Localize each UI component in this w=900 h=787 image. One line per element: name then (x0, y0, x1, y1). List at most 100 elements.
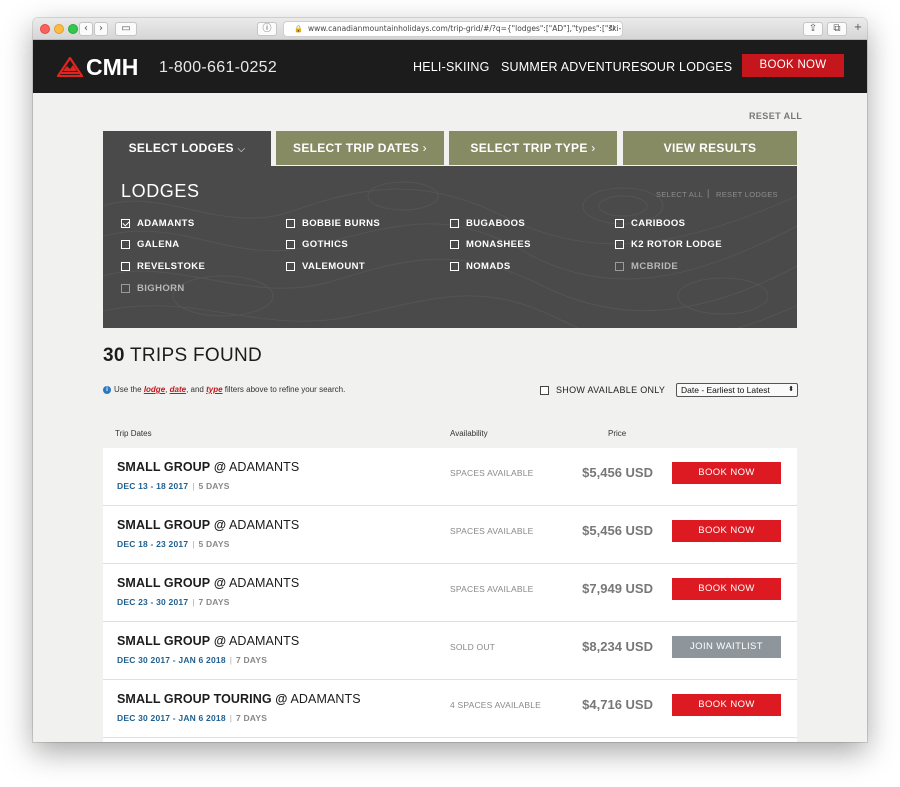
forward-button[interactable]: › (94, 22, 108, 36)
trip-title[interactable]: SMALL GROUP TOURING @ ADAMANTS (117, 692, 361, 706)
minimize-window-button[interactable] (54, 24, 64, 34)
address-bar[interactable]: 🔒 www.canadianmountainholidays.com/trip-… (283, 21, 623, 37)
book-now-button[interactable]: BOOK NOW (672, 578, 781, 600)
sidebar-toggle-icon[interactable]: ▭ (115, 22, 137, 36)
trip-dates: DEC 30 2017 - JAN 6 2018 (117, 713, 226, 723)
lodge-label: VALEMOUNT (302, 261, 366, 272)
trip-title[interactable]: SMALL GROUP @ ADAMANTS (117, 634, 299, 648)
trip-title[interactable]: SMALL GROUP @ ADAMANTS (117, 460, 299, 474)
lodge-label: CARIBOOS (631, 218, 686, 229)
lodges-panel: LODGES SELECT ALL | RESET LODGES ADAMANT… (103, 166, 797, 328)
checkbox-icon (615, 262, 624, 271)
trip-results-list: SMALL GROUP @ ADAMANTS DEC 13 - 18 2017 |… (103, 448, 797, 742)
lodge-checkbox-galena[interactable]: GALENA (121, 239, 180, 250)
lodge-label: NOMADS (466, 261, 511, 272)
zoom-window-button[interactable] (68, 24, 78, 34)
close-window-button[interactable] (40, 24, 50, 34)
select-all-link[interactable]: SELECT ALL (656, 190, 703, 199)
reload-icon[interactable]: ↻ (608, 22, 616, 36)
tab-select-lodges-label: SELECT LODGES (128, 141, 234, 155)
nav-heli-skiing[interactable]: HELI-SKIING (413, 60, 490, 74)
hint-text-pre: Use the (114, 385, 142, 394)
tab-select-trip-dates[interactable]: SELECT TRIP DATES › (276, 131, 444, 165)
trip-meta: DEC 18 - 23 2017 | 5 DAYS (117, 539, 230, 549)
nav-summer-adventures[interactable]: SUMMER ADVENTURES (501, 60, 648, 74)
trip-price: $5,456 USD (582, 465, 653, 480)
trip-group: SMALL GROUP (117, 634, 211, 648)
tab-view-results-label: VIEW RESULTS (663, 141, 757, 155)
url-text: www.canadianmountainholidays.com/trip-gr… (308, 24, 623, 33)
trip-dates: DEC 23 - 30 2017 (117, 597, 189, 607)
site-header: CMH 1-800-661-0252 HELI-SKIING SUMMER AD… (33, 40, 867, 93)
lodge-checkbox-gothics[interactable]: GOTHICS (286, 239, 348, 250)
hint-date-link[interactable]: date (170, 385, 186, 394)
phone-number[interactable]: 1-800-661-0252 (159, 59, 277, 77)
trip-availability: SPACES AVAILABLE (450, 584, 534, 594)
lodge-checkbox-revelstoke[interactable]: REVELSTOKE (121, 261, 205, 272)
trip-at: @ (213, 518, 227, 532)
lodge-label: ADAMANTS (137, 218, 195, 229)
lodge-checkbox-mcbride[interactable]: MCBRIDE (615, 261, 678, 272)
nav-our-lodges[interactable]: OUR LODGES (647, 60, 732, 74)
show-available-only-checkbox[interactable]: SHOW AVAILABLE ONLY (540, 385, 665, 395)
trip-duration: 7 DAYS (198, 597, 230, 607)
trip-row: SMALL GROUP @ ADAMANTS DEC 23 - 30 2017 |… (103, 564, 797, 622)
lodge-checkbox-k2-rotor-lodge[interactable]: K2 ROTOR LODGE (615, 239, 722, 250)
sort-select[interactable]: Date - Earliest to Latest ⬍ (676, 383, 798, 397)
chevron-right-icon: › (591, 141, 596, 155)
join-waitlist-button[interactable]: JOIN WAITLIST (672, 636, 781, 658)
share-icon[interactable]: ⇪ (803, 22, 823, 36)
mountain-logo-icon (57, 57, 83, 77)
lodge-checkbox-bugaboos[interactable]: BUGABOOS (450, 218, 525, 229)
trip-duration: 7 DAYS (235, 655, 268, 665)
tab-select-trip-type[interactable]: SELECT TRIP TYPE › (449, 131, 617, 165)
trip-availability: SOLD OUT (450, 642, 496, 652)
browser-toolbar: ‹ › ▭ ⓘ 🔒 www.canadianmountainholidays.c… (33, 18, 867, 40)
tab-select-lodges[interactable]: SELECT LODGES ⌵ (103, 131, 271, 167)
book-now-button[interactable]: BOOK NOW (672, 694, 781, 716)
lodge-checkbox-bobbie-burns[interactable]: BOBBIE BURNS (286, 218, 380, 229)
tab-view-results[interactable]: VIEW RESULTS (623, 131, 797, 165)
book-now-button[interactable]: BOOK NOW (672, 462, 781, 484)
tabs-overview-icon[interactable]: ⧉ (827, 22, 847, 36)
trip-title[interactable]: SMALL GROUP @ ADAMANTS (117, 576, 299, 590)
lodge-checkbox-cariboos[interactable]: CARIBOOS (615, 218, 685, 229)
tab-select-trip-type-label: SELECT TRIP TYPE (470, 141, 588, 155)
lodge-checkbox-nomads[interactable]: NOMADS (450, 261, 511, 272)
back-button[interactable]: ‹ (79, 22, 93, 36)
column-header-availability: Availability (450, 429, 488, 438)
lodge-label: GOTHICS (302, 239, 349, 250)
trip-at: @ (275, 692, 288, 706)
trip-duration: 5 DAYS (198, 481, 230, 491)
trip-group: SMALL GROUP (117, 460, 211, 474)
checkbox-icon (450, 219, 459, 228)
lodge-checkbox-bighorn[interactable]: BIGHORN (121, 283, 185, 294)
trip-meta: DEC 23 - 30 2017 | 7 DAYS (117, 597, 230, 607)
trip-lodge: ADAMANTS (229, 576, 300, 590)
lock-icon: 🔒 (294, 25, 303, 33)
new-tab-icon[interactable]: + (851, 22, 865, 36)
reset-all-link[interactable]: RESET ALL (749, 111, 802, 121)
trip-lodge: ADAMANTS (229, 460, 300, 474)
header-book-now-button[interactable]: BOOK NOW (742, 54, 844, 77)
lodge-checkbox-monashees[interactable]: MONASHEES (450, 239, 531, 250)
hint-type-link[interactable]: type (206, 385, 222, 394)
lodge-label: K2 ROTOR LODGE (631, 239, 722, 250)
book-now-button[interactable]: BOOK NOW (672, 520, 781, 542)
trip-title[interactable]: SMALL GROUP @ ADAMANTS (117, 518, 299, 532)
lodge-checkbox-adamants[interactable]: ADAMANTS (121, 218, 195, 229)
reset-lodges-link[interactable]: RESET LODGES (716, 190, 778, 199)
column-header-price: Price (608, 429, 627, 438)
checkbox-icon (615, 219, 624, 228)
page-content: RESET ALL SELECT LODGES ⌵ SELECT TRIP DA… (33, 93, 867, 742)
lodge-checkbox-valemount[interactable]: VALEMOUNT (286, 261, 365, 272)
site-info-icon[interactable]: ⓘ (257, 22, 277, 36)
cmh-logo[interactable]: CMH (57, 53, 139, 80)
hint-lodge-link[interactable]: lodge (144, 385, 165, 394)
trip-dates: DEC 13 - 18 2017 (117, 481, 189, 491)
filter-hint: i Use the lodge, date, and type filters … (103, 385, 345, 394)
logo-text: CMH (86, 53, 139, 80)
lodge-label: BUGABOOS (466, 218, 526, 229)
hint-and: , and (186, 385, 204, 394)
trip-price: $5,456 USD (582, 523, 653, 538)
